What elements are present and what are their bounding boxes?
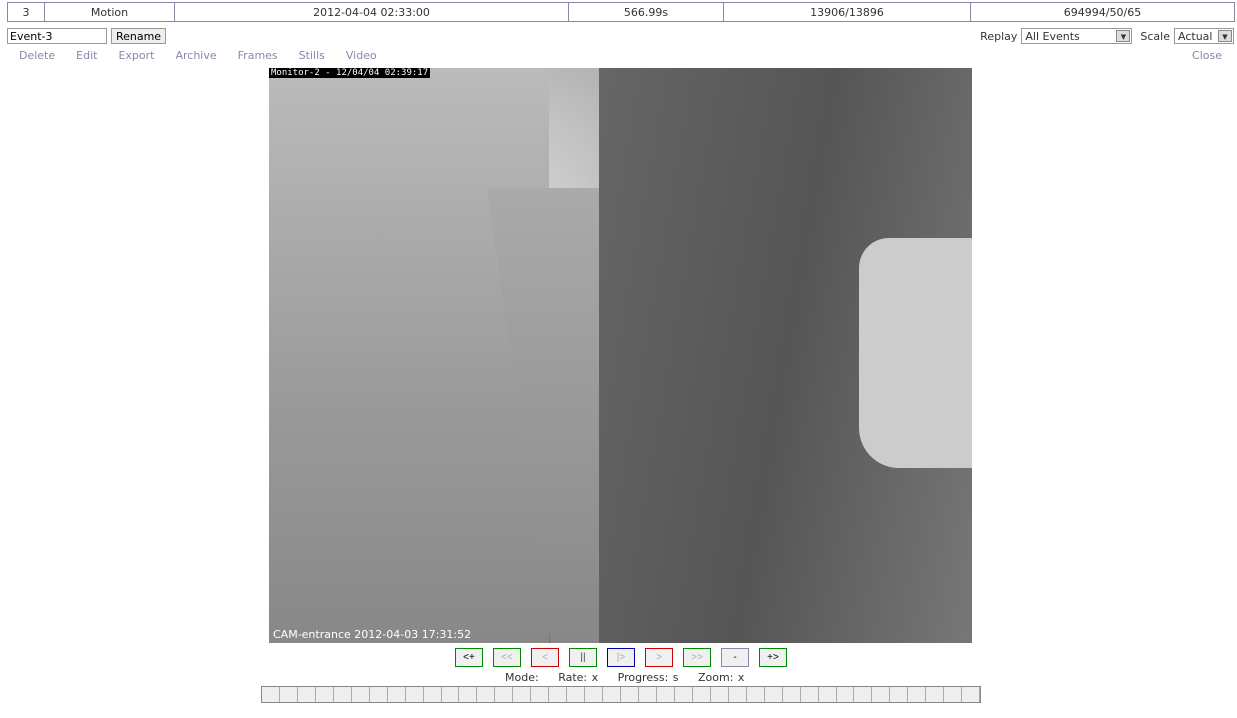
progress-cell[interactable]	[782, 687, 801, 702]
zoom-out-button[interactable]: -	[721, 648, 749, 667]
progress-cell[interactable]	[639, 687, 657, 702]
replay-select[interactable]: All Events ▼	[1021, 28, 1133, 44]
event-start-time: 2012-04-04 02:33:00	[174, 2, 569, 22]
progress-cell[interactable]	[764, 687, 783, 702]
progress-cell[interactable]	[297, 687, 316, 702]
scale-label: Scale	[1140, 29, 1170, 43]
progress-cell[interactable]	[423, 687, 442, 702]
progress-bar[interactable]	[261, 686, 981, 703]
play-button[interactable]: |>	[607, 648, 635, 667]
video-link[interactable]: Video	[346, 49, 377, 62]
progress-cell[interactable]	[387, 687, 406, 702]
progress-cell[interactable]	[710, 687, 729, 702]
event-score: 694994/50/65	[970, 2, 1235, 22]
chevron-down-icon: ▼	[1218, 30, 1232, 42]
progress-cell[interactable]	[692, 687, 711, 702]
scale-value: Actual	[1178, 29, 1213, 43]
edit-link[interactable]: Edit	[76, 49, 97, 62]
progress-cell[interactable]	[262, 687, 280, 702]
mode-status: Mode:	[505, 671, 539, 684]
chevron-down-icon: ▼	[1116, 30, 1131, 42]
progress-cell[interactable]	[585, 687, 604, 702]
progress-cell[interactable]	[621, 687, 640, 702]
event-name-input[interactable]	[7, 28, 107, 44]
pause-button[interactable]: ||	[569, 648, 597, 667]
progress-status: Progress: s	[617, 671, 679, 684]
progress-cell[interactable]	[441, 687, 460, 702]
progress-cell[interactable]	[836, 687, 855, 702]
event-frame-image: Monitor-2 - 12/04/04 02:39:17 CAM-entran…	[269, 68, 972, 643]
event-frames: 13906/13896	[723, 2, 971, 22]
progress-cell[interactable]	[405, 687, 424, 702]
progress-cell[interactable]	[818, 687, 837, 702]
progress-cell[interactable]	[531, 687, 550, 702]
close-link[interactable]: Close	[1192, 49, 1222, 62]
replay-scale-controls: Replay All Events ▼ Scale Actual ▼	[980, 28, 1234, 44]
fast-forward-button[interactable]: >>	[683, 648, 711, 667]
archive-link[interactable]: Archive	[175, 49, 216, 62]
camera-timestamp-overlay: CAM-entrance 2012-04-03 17:31:52	[273, 628, 472, 641]
progress-cell[interactable]	[674, 687, 693, 702]
progress-cell[interactable]	[962, 687, 981, 702]
delete-link[interactable]: Delete	[19, 49, 55, 62]
progress-cell[interactable]	[872, 687, 891, 702]
progress-cell[interactable]	[800, 687, 819, 702]
replay-value: All Events	[1025, 29, 1080, 43]
progress-cell[interactable]	[926, 687, 945, 702]
progress-cell[interactable]	[333, 687, 352, 702]
progress-cell[interactable]	[369, 687, 388, 702]
progress-cell[interactable]	[513, 687, 532, 702]
progress-cell[interactable]	[944, 687, 963, 702]
event-duration: 566.99s	[568, 2, 724, 22]
progress-cell[interactable]	[549, 687, 568, 702]
progress-cell[interactable]	[728, 687, 747, 702]
event-cause: Motion	[44, 2, 175, 22]
playback-status: Mode: Rate: x Progress: s Zoom: x	[505, 671, 759, 684]
event-id: 3	[7, 2, 45, 22]
step-back-button[interactable]: <	[531, 648, 559, 667]
prev-event-button[interactable]: <+	[455, 648, 483, 667]
progress-cell[interactable]	[495, 687, 514, 702]
step-forward-button[interactable]: >	[645, 648, 673, 667]
progress-cell[interactable]	[603, 687, 622, 702]
fast-rewind-button[interactable]: <<	[493, 648, 521, 667]
stills-link[interactable]: Stills	[299, 49, 325, 62]
frames-link[interactable]: Frames	[238, 49, 278, 62]
progress-cell[interactable]	[656, 687, 675, 702]
monitor-timestamp-overlay: Monitor-2 - 12/04/04 02:39:17	[269, 68, 431, 78]
rate-status: Rate: x	[558, 671, 599, 684]
progress-cell[interactable]	[890, 687, 909, 702]
event-actions: Delete Edit Export Archive Frames Stills Video	[19, 49, 398, 62]
progress-cell[interactable]	[351, 687, 370, 702]
progress-cell[interactable]	[279, 687, 298, 702]
scale-select[interactable]: Actual ▼	[1174, 28, 1234, 44]
zoom-status: Zoom: x	[698, 671, 745, 684]
progress-cell[interactable]	[908, 687, 927, 702]
export-link[interactable]: Export	[118, 49, 154, 62]
event-info-table: 3 Motion 2012-04-04 02:33:00 566.99s 139…	[7, 2, 1235, 22]
progress-cell[interactable]	[746, 687, 765, 702]
progress-cell[interactable]	[477, 687, 496, 702]
progress-cell[interactable]	[854, 687, 873, 702]
next-event-button[interactable]: +>	[759, 648, 787, 667]
replay-label: Replay	[980, 29, 1018, 43]
progress-cell[interactable]	[459, 687, 478, 702]
progress-cell[interactable]	[567, 687, 586, 702]
rename-button[interactable]: Rename	[111, 28, 166, 44]
progress-cell[interactable]	[315, 687, 334, 702]
